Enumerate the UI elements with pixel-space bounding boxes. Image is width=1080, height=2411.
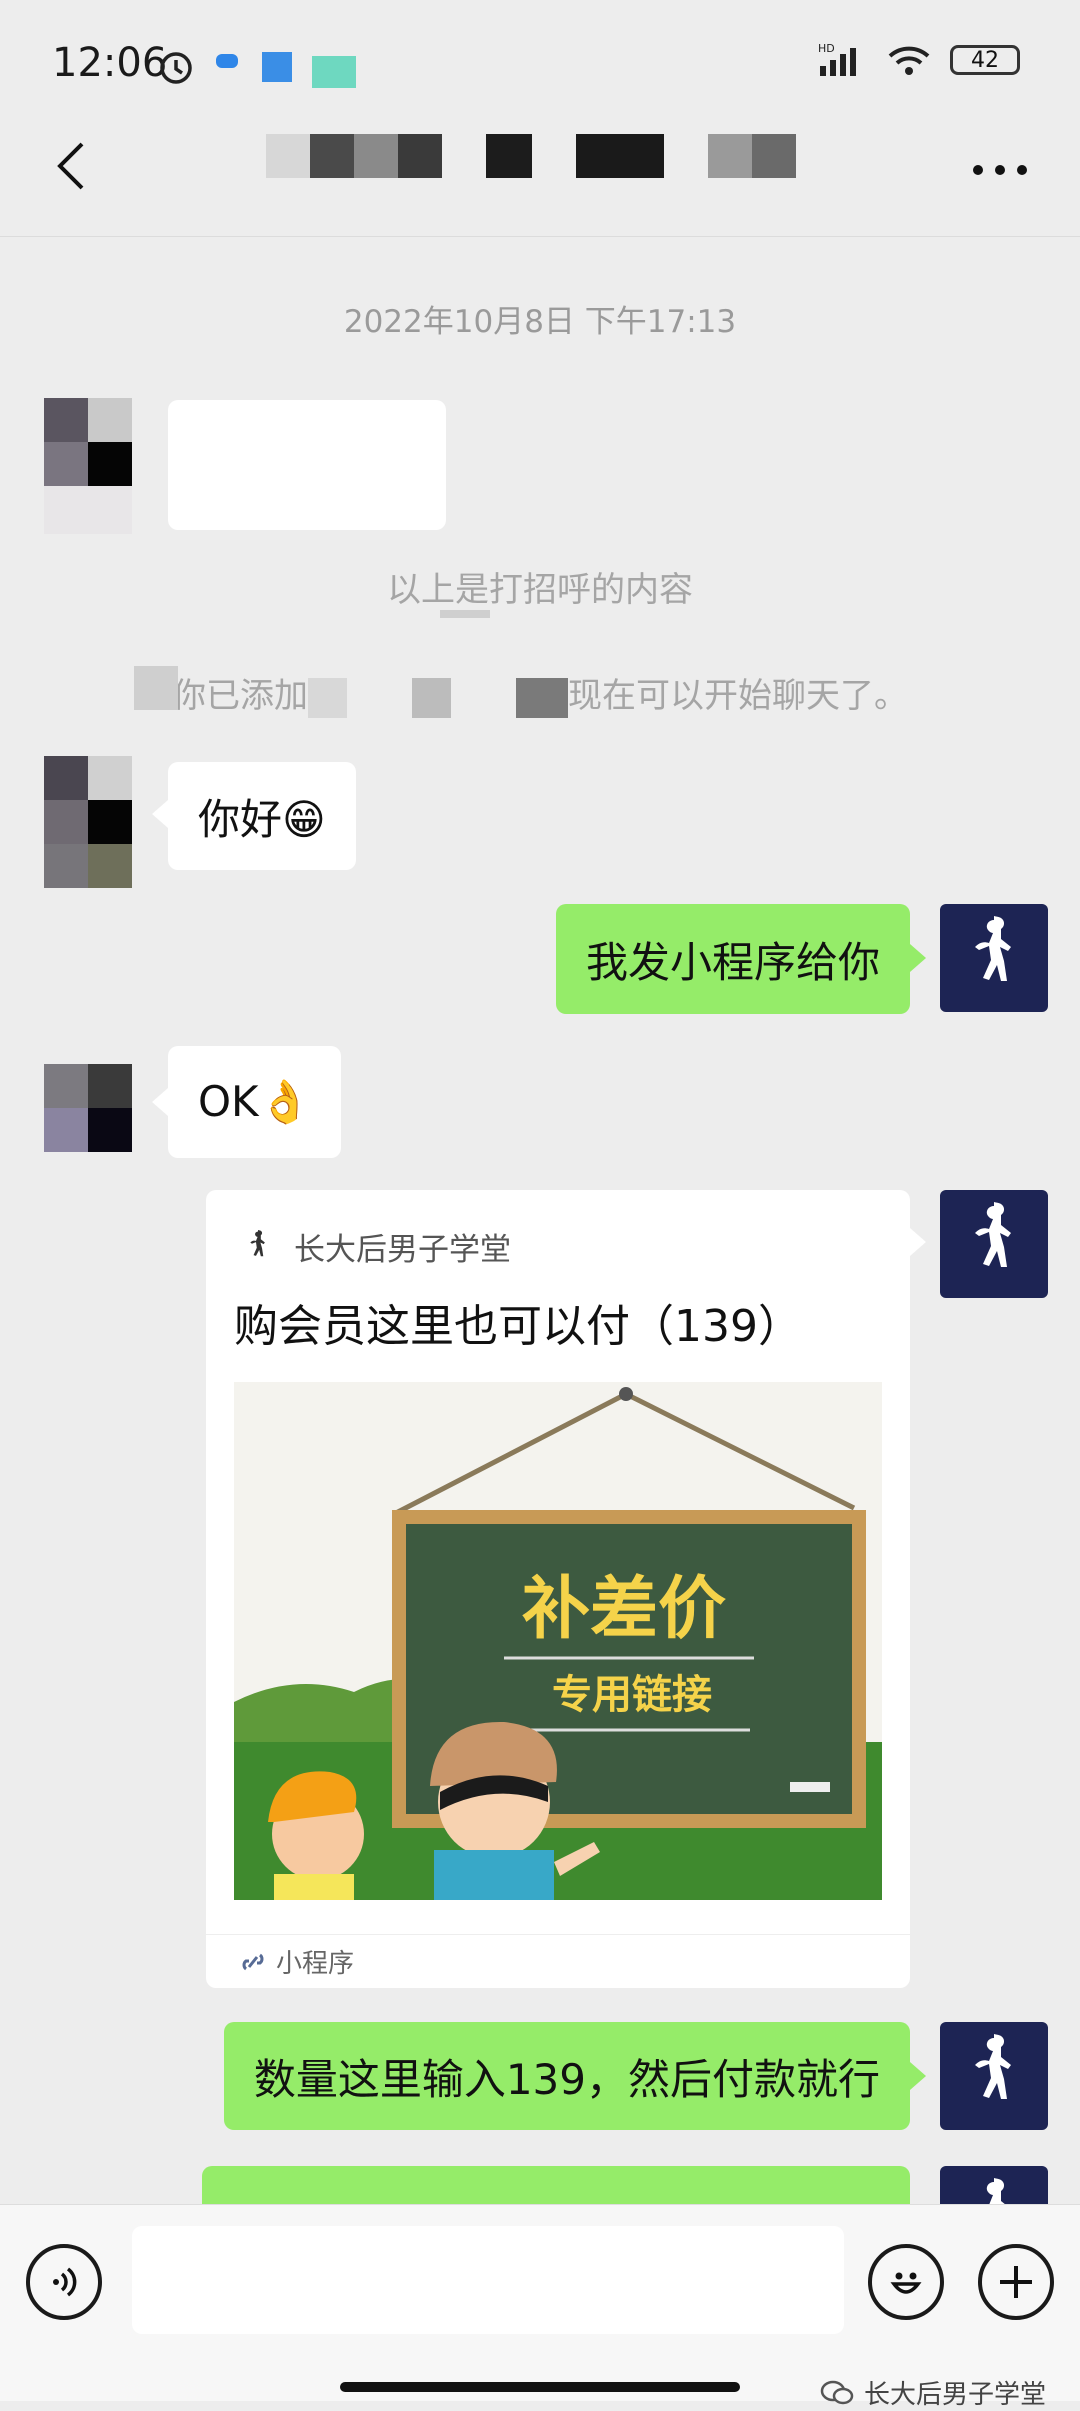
contact-avatar[interactable]: [44, 398, 132, 486]
message-input[interactable]: [132, 2226, 844, 2334]
chat-title-redacted: [266, 134, 796, 178]
bubble-tail: [910, 1228, 926, 1256]
plus-icon: [1000, 2266, 1032, 2298]
notification-icon: [216, 54, 238, 68]
redaction-mark: [440, 610, 490, 618]
emoji-icon: [890, 2272, 922, 2294]
redaction-mark: [134, 666, 178, 710]
app-logo-icon: [250, 1229, 265, 1256]
back-icon: [57, 142, 84, 190]
redacted-name: [308, 677, 568, 718]
my-avatar[interactable]: [940, 1190, 1048, 1298]
emoji-button[interactable]: [868, 2244, 944, 2320]
board-sub-text: 专用链接: [552, 1672, 712, 1718]
my-avatar[interactable]: [940, 2022, 1048, 2130]
bubble-tail: [910, 2062, 926, 2090]
status-icons: HD 42: [818, 42, 1020, 78]
discus-thrower-icon: [975, 1202, 1011, 1267]
wechat-icon: [820, 2380, 854, 2404]
card-footer: 小程序: [206, 1934, 910, 1988]
wifi-icon: [888, 46, 930, 75]
message-bubble-received[interactable]: 你好😁: [168, 762, 356, 870]
bubble-tail: [152, 1088, 168, 1116]
card-image: 补差价 专用链接: [234, 1382, 882, 1900]
chalkboard-illustration: 补差价 专用链接: [234, 1382, 882, 1900]
greeting-note: 以上是打招呼的内容: [387, 570, 693, 610]
bubble-tail: [910, 944, 926, 972]
card-header: 长大后男子学堂: [244, 1224, 511, 1269]
miniprogram-icon: [242, 1953, 264, 1970]
voice-button[interactable]: [26, 2244, 102, 2320]
more-button[interactable]: [960, 150, 1040, 190]
discus-thrower-icon: [975, 2034, 1011, 2099]
status-bar: 12:06 HD 42: [0, 0, 1080, 130]
alarm-icon: [160, 52, 192, 84]
back-button[interactable]: [30, 126, 110, 206]
contact-avatar-bottom: [44, 486, 132, 534]
home-indicator[interactable]: [340, 2382, 740, 2392]
contact-avatar[interactable]: [44, 1064, 132, 1152]
notification-icon: [262, 52, 292, 82]
card-app-name: 长大后男子学堂: [294, 1232, 511, 1268]
notification-icon: [312, 56, 356, 88]
bubble-tail: [152, 800, 168, 828]
svg-text:HD: HD: [818, 42, 835, 55]
card-title: 购会员这里也可以付（139）: [234, 1301, 802, 1352]
contact-avatar[interactable]: [44, 756, 132, 844]
signal-icon: HD: [818, 42, 856, 76]
board-main-text: 补差价: [522, 1570, 726, 1649]
discus-thrower-icon: [975, 916, 1011, 981]
more-icon: [973, 165, 1027, 175]
watermark: 长大后男子学堂: [820, 2374, 1046, 2411]
battery-icon: 42: [950, 45, 1020, 75]
plus-button[interactable]: [978, 2244, 1054, 2320]
chat-timestamp: 2022年10月8日 下午17:13: [343, 304, 737, 340]
contact-avatar-bottom: [44, 844, 132, 888]
my-avatar[interactable]: [940, 904, 1048, 1012]
voice-icon: [53, 2267, 77, 2297]
added-note-prefix: 你已添加: [172, 676, 308, 716]
added-note-suffix: 现在可以开始聊天了。: [568, 676, 908, 716]
status-time: 12:06: [52, 40, 168, 86]
miniprogram-card[interactable]: 长大后男子学堂 购会员这里也可以付（139） 补差价 专用链接 小程序: [206, 1190, 910, 1988]
watermark-text: 长大后男子学堂: [863, 2380, 1046, 2410]
card-footer-label: 小程序: [276, 1949, 355, 1979]
message-bubble-sent[interactable]: 我发小程序给你: [555, 904, 910, 1014]
greeting-bubble-redacted: [168, 400, 446, 530]
message-bubble-received[interactable]: OK👌: [168, 1046, 341, 1158]
message-bubble-sent[interactable]: 数量这里输入139，然后付款就行: [223, 2022, 910, 2130]
